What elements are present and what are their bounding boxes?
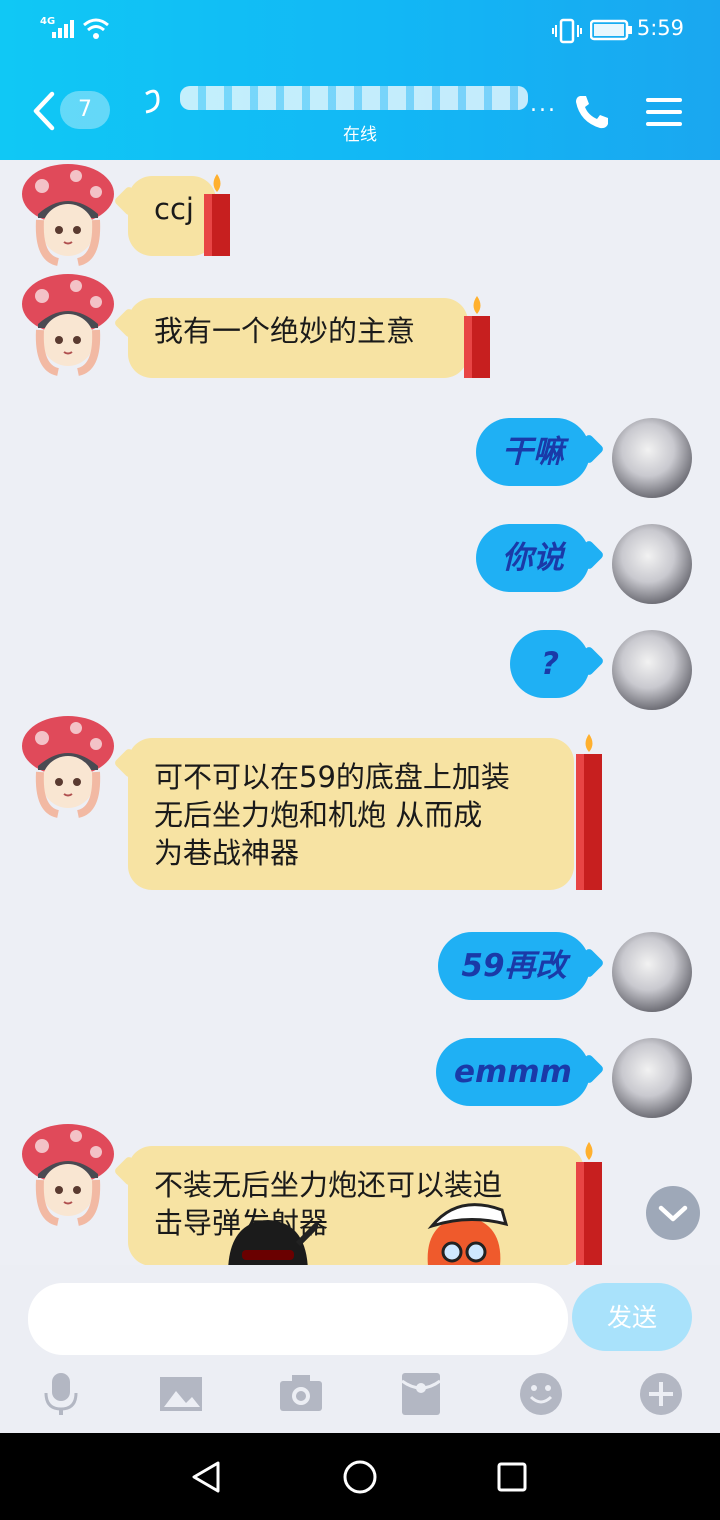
system-nav-bar <box>0 1433 720 1520</box>
signal-icon <box>52 20 74 38</box>
message-text-line: 无后坐力炮和机炮 从而成 <box>154 798 483 832</box>
chevron-down-icon <box>658 1205 688 1222</box>
contact-name-blurred[interactable] <box>180 86 528 110</box>
mushroom-avatar[interactable] <box>18 268 118 378</box>
send-button[interactable]: 发送 <box>572 1283 692 1351</box>
message-text-line: 不装无后坐力炮还可以装迫 <box>154 1168 503 1202</box>
unread-count-badge[interactable]: 7 <box>60 91 110 129</box>
message-bubble[interactable]: 59再改 <box>438 932 590 1000</box>
candle-decoration-icon <box>464 296 490 378</box>
vader-sticker-icon <box>228 1220 318 1265</box>
mushroom-avatar[interactable] <box>18 1118 118 1228</box>
message-bubble[interactable]: 干嘛 <box>476 418 590 486</box>
menu-icon[interactable] <box>644 92 684 132</box>
message-text-line: 可不可以在59的底盘上加装 <box>154 760 510 794</box>
user-avatar[interactable] <box>612 1038 692 1118</box>
message-text: emmm <box>454 1054 572 1090</box>
mushroom-avatar[interactable] <box>18 710 118 820</box>
vibrate-icon <box>552 18 582 44</box>
back-arrow-icon[interactable] <box>30 90 60 132</box>
candle-decoration-icon <box>204 174 230 256</box>
user-avatar[interactable] <box>612 524 692 604</box>
status-bar: 4G 5:59 <box>0 0 720 60</box>
plus-icon[interactable] <box>638 1371 684 1417</box>
clock: 5:59 <box>636 16 684 40</box>
message-bubble[interactable]: 可不可以在59的底盘上加装 无后坐力炮和机炮 从而成 为巷战神器 <box>128 738 574 890</box>
message-bubble[interactable]: 不装无后坐力炮还可以装迫 击导弹发射器 <box>128 1146 584 1265</box>
message-text: 59再改 <box>461 948 567 984</box>
message-text: ccj <box>154 192 194 226</box>
nav-back-icon[interactable] <box>188 1459 224 1495</box>
message-text: 你说 <box>502 540 564 576</box>
image-icon[interactable] <box>158 1371 204 1417</box>
message-bubble[interactable]: ? <box>510 630 590 698</box>
message-text: ? <box>541 646 559 682</box>
chat-header: 4G 5:59 7 ... 在线 <box>0 0 720 160</box>
battery-icon <box>590 19 632 41</box>
nav-recents-icon[interactable] <box>496 1461 528 1493</box>
message-text: 干嘛 <box>502 434 564 470</box>
emoji-icon[interactable] <box>518 1371 564 1417</box>
message-text: 我有一个绝妙的主意 <box>154 314 416 348</box>
nav-home-icon[interactable] <box>342 1459 378 1495</box>
wifi-icon <box>83 18 109 39</box>
candle-decoration-icon <box>576 1142 602 1265</box>
message-text-line: 为巷战神器 <box>154 836 300 870</box>
mic-icon[interactable] <box>38 1371 84 1417</box>
mushroom-avatar[interactable] <box>18 160 118 268</box>
user-avatar[interactable] <box>612 932 692 1012</box>
message-input[interactable] <box>28 1283 568 1355</box>
message-bubble[interactable]: 你说 <box>476 524 590 592</box>
red-packet-icon[interactable] <box>398 1371 444 1417</box>
camera-icon[interactable] <box>278 1371 324 1417</box>
message-list[interactable]: ccj 我有一个绝妙的主意 干嘛 你说 ? 可不可以在59的底盘上加装 无后坐力… <box>0 160 720 1265</box>
user-avatar[interactable] <box>612 630 692 710</box>
message-bubble[interactable]: emmm <box>436 1038 590 1106</box>
phone-icon[interactable] <box>572 92 612 132</box>
user-avatar[interactable] <box>612 418 692 498</box>
message-bubble[interactable]: 我有一个绝妙的主意 <box>128 298 468 378</box>
boy-sticker-icon <box>427 1203 509 1265</box>
online-status: 在线 <box>343 125 377 145</box>
candle-decoration-icon <box>576 734 602 890</box>
contact-status-icon <box>145 89 160 114</box>
input-bar: 发送 <box>0 1265 720 1433</box>
scroll-to-bottom-button[interactable] <box>646 1186 700 1240</box>
contact-name-ellipsis: ... <box>530 92 557 117</box>
